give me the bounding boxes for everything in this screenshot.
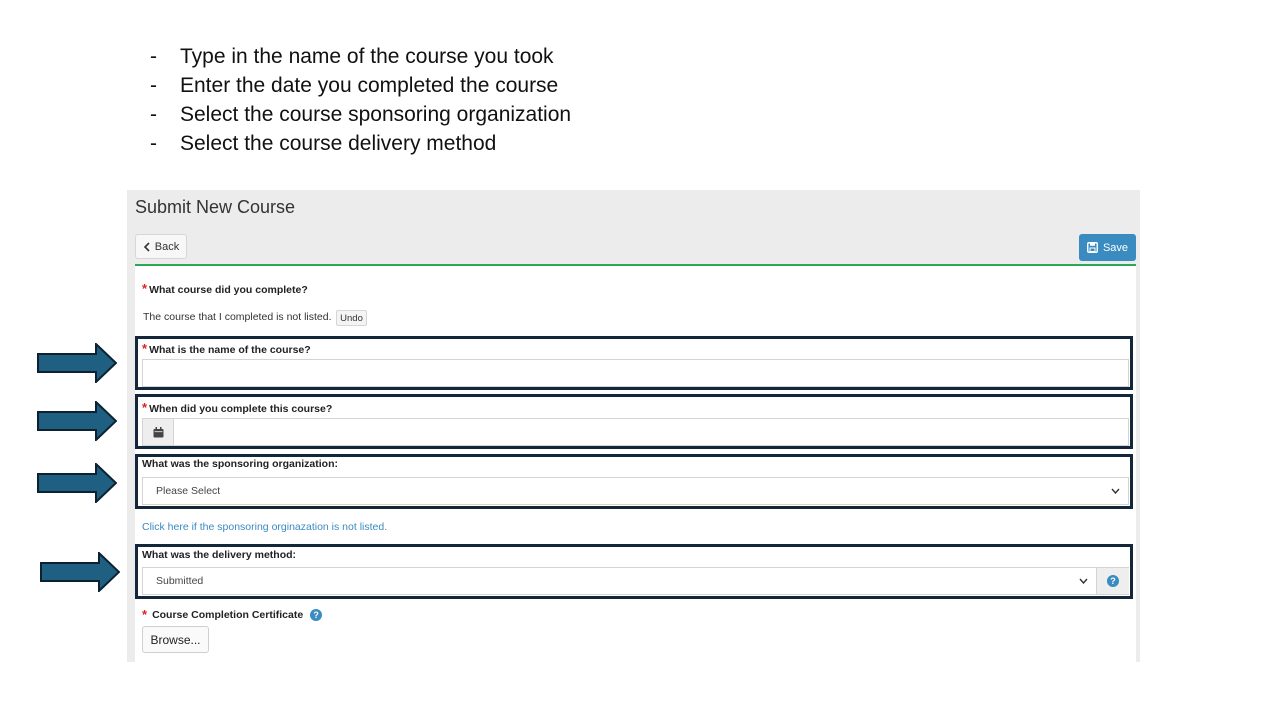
course-question-label: * What course did you complete? [142, 281, 308, 296]
required-marker: * [142, 607, 148, 622]
certificate-label: * Course Completion Certificate ? [142, 607, 323, 622]
floppy-disk-icon [1087, 242, 1098, 253]
page-title: Submit New Course [135, 197, 296, 217]
browse-button[interactable]: Browse... [142, 626, 209, 653]
calendar-button[interactable] [143, 419, 174, 445]
back-button[interactable]: Back [135, 234, 187, 259]
help-icon[interactable]: ? [310, 608, 323, 621]
chevron-left-icon [143, 241, 150, 252]
pointer-arrow-icon [37, 343, 117, 383]
sponsor-select[interactable]: Please Select [142, 477, 1129, 505]
pointer-arrow-icon [37, 401, 117, 441]
instruction-item: - Select the course delivery method [150, 132, 497, 155]
required-marker: * [142, 341, 148, 356]
delivery-field: Submitted ? [142, 567, 1129, 595]
required-marker: * [142, 400, 148, 415]
sponsor-not-listed-link[interactable]: Click here if the sponsoring orginazatio… [142, 521, 387, 533]
not-listed-note: The course that I completed is not liste… [143, 311, 332, 323]
instruction-item: - Select the course sponsoring organizati… [150, 103, 572, 126]
calendar-icon [153, 426, 163, 437]
delivery-label: What was the delivery method: [142, 549, 297, 561]
submit-course-panel: Submit New Course Back Save * What course… [127, 190, 1140, 662]
delivery-help-button[interactable]: ? [1096, 568, 1129, 594]
sponsor-label: What was the sponsoring organization: [142, 458, 339, 470]
instruction-item: - Type in the name of the course you took [150, 45, 554, 68]
instruction-item: - Enter the date you completed the course [150, 74, 559, 97]
sponsor-select-value: Please Select [156, 485, 221, 497]
completion-date-label: * When did you complete this course? [142, 400, 333, 415]
pointer-arrow-icon [37, 463, 117, 503]
course-name-input[interactable] [142, 359, 1129, 387]
pointer-arrow-icon [40, 552, 120, 592]
completion-date-input[interactable] [173, 419, 1128, 445]
help-icon: ? [1107, 575, 1119, 587]
chevron-down-icon [1111, 488, 1120, 494]
undo-button[interactable]: Undo [336, 310, 367, 326]
delivery-select-value: Submitted [156, 575, 204, 587]
delivery-select[interactable]: Submitted [143, 568, 1096, 594]
instruction-list: - Type in the name of the course you took… [150, 42, 571, 158]
chevron-down-icon [1079, 578, 1088, 584]
course-form: * What course did you complete? The cours… [135, 266, 1136, 662]
completion-date-field [142, 418, 1129, 446]
required-marker: * [142, 281, 148, 296]
course-name-label: * What is the name of the course? [142, 341, 311, 356]
save-button[interactable]: Save [1079, 234, 1136, 261]
